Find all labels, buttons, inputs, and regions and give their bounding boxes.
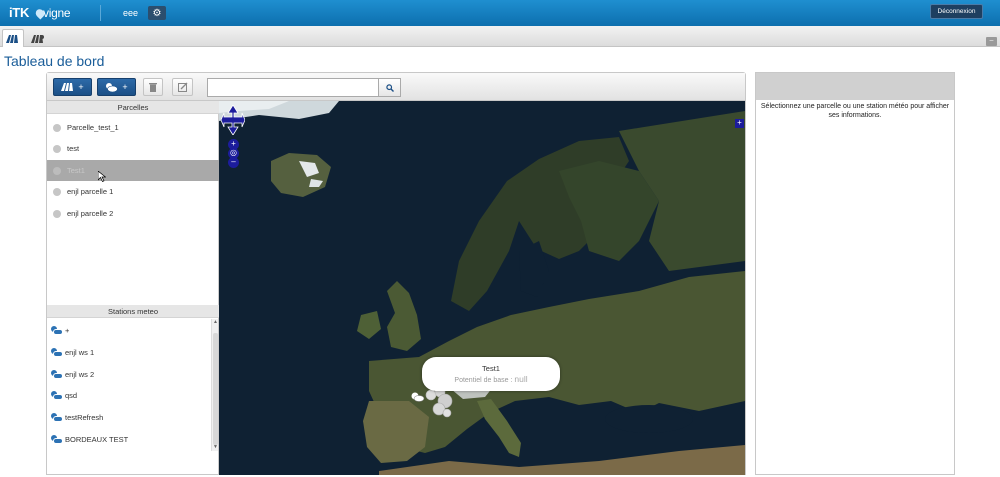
weather-station-icon <box>106 82 119 92</box>
vine-rows-tab-icon <box>31 34 44 43</box>
info-message: Sélectionnez une parcelle ou une station… <box>760 103 950 119</box>
station-label: qsd <box>65 390 78 400</box>
info-panel-header <box>756 73 954 100</box>
parcel-item[interactable]: enjl parcelle 1 <box>47 181 219 202</box>
parcel-item[interactable]: Parcelle_test_1 <box>47 117 219 138</box>
add-parcel-plus: + <box>78 82 84 92</box>
tab-vine-rows[interactable] <box>27 29 49 47</box>
trash-icon <box>149 83 157 92</box>
gear-icon: ⚙ <box>152 7 162 19</box>
popup-label: Potentiel de base : <box>454 377 513 384</box>
parcels-header: Parcelles <box>47 101 219 114</box>
sidebar: Parcelles Parcelle_test_1 test Test1 enj… <box>47 101 219 475</box>
delete-button[interactable] <box>143 78 163 96</box>
add-parcel-button[interactable]: + <box>53 78 92 96</box>
toolbar: + + <box>47 73 745 101</box>
scroll-thumb[interactable] <box>213 333 218 445</box>
weather-station-icon <box>51 369 64 379</box>
search-button[interactable] <box>379 78 401 97</box>
satellite-map[interactable]: + ◎ – + Test1 Potentiel de base : null <box>219 101 745 475</box>
parcel-label: test <box>67 144 80 153</box>
parcel-label: enjl parcelle 2 <box>67 209 114 218</box>
logout-button[interactable]: Déconnexion <box>930 4 983 19</box>
scroll-up-icon[interactable]: ▲ <box>212 319 219 326</box>
station-item[interactable]: qsd <box>51 388 77 402</box>
station-item[interactable]: enjl ws 2 <box>51 367 94 381</box>
search-input[interactable] <box>207 78 379 97</box>
mouse-cursor-icon <box>98 171 106 182</box>
pan-control[interactable] <box>221 105 245 135</box>
status-dot-icon <box>53 166 61 175</box>
logo-brand: iTK <box>9 5 30 20</box>
settings-button[interactable]: ⚙ <box>148 6 166 20</box>
edit-icon <box>177 82 187 92</box>
logo-product: vigne <box>43 6 71 20</box>
zoom-out-button[interactable]: – <box>228 157 239 168</box>
parcel-label: enjl parcelle 1 <box>67 187 114 196</box>
dashboard-panel: + + Parcelles Parcelle_test_1 test Test1… <box>46 72 746 475</box>
stations-header: Stations meteo <box>47 305 219 318</box>
status-dot-icon <box>53 209 61 218</box>
top-bar: iTK vigne eee ⚙ Déconnexion <box>0 0 1000 26</box>
station-label: + <box>65 325 70 335</box>
info-panel: Sélectionnez une parcelle ou une station… <box>755 72 955 475</box>
map-imagery <box>219 101 745 475</box>
station-label: BORDEAUX TEST <box>65 434 129 444</box>
tab-strip: – <box>0 26 1000 47</box>
parcel-label: Test1 <box>67 166 85 175</box>
popup-title: Test1 <box>482 364 500 373</box>
station-list: + enjl ws 1 enjl ws 2 qsd testRefresh BO… <box>47 319 219 451</box>
map-popup: Test1 Potentiel de base : null <box>422 357 560 391</box>
station-scrollbar[interactable]: ▲ ▼ <box>211 319 218 451</box>
weather-station-icon <box>51 434 64 444</box>
add-station-plus: + <box>122 82 128 92</box>
status-dot-icon <box>53 144 61 153</box>
collapse-button[interactable]: – <box>986 37 997 46</box>
weather-station-icon <box>51 347 64 357</box>
station-label: enjl ws 2 <box>65 369 95 379</box>
station-label: testRefresh <box>65 412 104 422</box>
popup-value: null <box>514 374 528 384</box>
parcel-icon <box>61 83 74 91</box>
station-marker-icon[interactable] <box>411 392 425 402</box>
username-label: eee <box>123 8 139 18</box>
station-item[interactable]: testRefresh <box>51 410 103 424</box>
search-icon <box>385 83 394 92</box>
weather-station-icon <box>51 390 64 400</box>
weather-station-icon <box>51 412 64 422</box>
parcel-item[interactable]: test <box>47 138 219 159</box>
station-item[interactable]: BORDEAUX TEST <box>51 432 128 446</box>
scroll-down-icon[interactable]: ▼ <box>212 444 219 451</box>
parcel-item[interactable]: enjl parcelle 2 <box>47 203 219 224</box>
parcel-item-selected[interactable]: Test1 <box>47 160 219 181</box>
weather-station-icon <box>51 325 64 335</box>
station-label: enjl ws 1 <box>65 347 95 357</box>
header-divider <box>100 5 101 21</box>
station-item[interactable]: enjl ws 1 <box>51 345 94 359</box>
page-title: Tableau de bord <box>4 53 105 69</box>
status-dot-icon <box>53 123 61 132</box>
minus-icon: – <box>989 37 994 44</box>
parcel-label: Parcelle_test_1 <box>67 123 119 132</box>
status-dot-icon <box>53 187 61 196</box>
pan-arrows-icon <box>221 105 245 135</box>
tab-parcels[interactable] <box>2 29 24 47</box>
add-station-button[interactable]: + <box>97 78 136 96</box>
parcels-tab-icon <box>6 35 18 43</box>
edit-button[interactable] <box>172 78 193 96</box>
layer-switcher-button[interactable]: + <box>735 119 744 128</box>
station-item[interactable]: + <box>51 323 69 337</box>
popup-info: Potentiel de base : null <box>422 374 560 384</box>
